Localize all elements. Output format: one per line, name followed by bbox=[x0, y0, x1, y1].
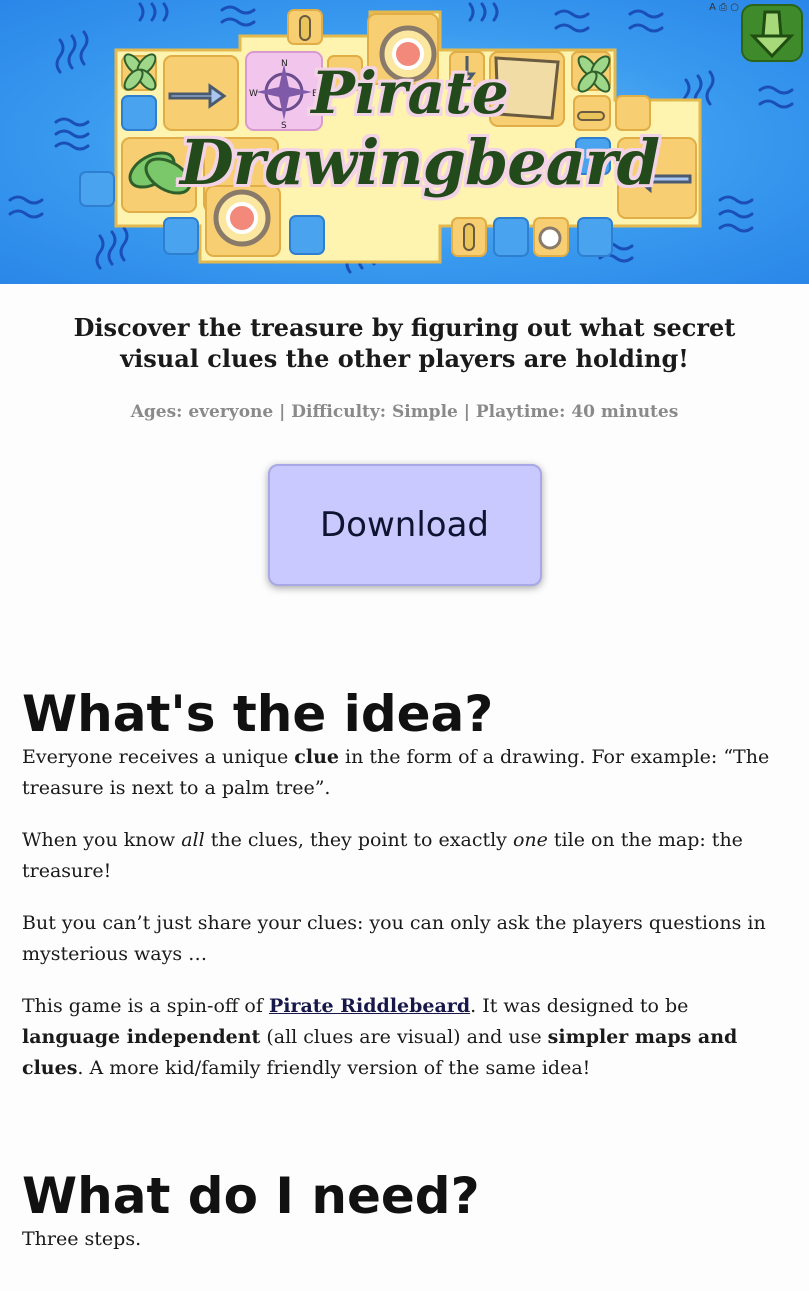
home-button[interactable] bbox=[741, 4, 803, 62]
pirate-riddlebeard-link[interactable]: Pirate Riddlebeard bbox=[269, 995, 470, 1017]
idea-section: What's the idea? Everyone receives a uni… bbox=[0, 686, 809, 1084]
game-logo: Pirate Drawingbeard bbox=[180, 59, 660, 200]
status-icons: A ⎙ ○ bbox=[709, 2, 739, 13]
meta-ages: Ages: everyone bbox=[130, 402, 274, 422]
game-meta: Ages: everyone | Difficulty: Simple | Pl… bbox=[0, 402, 809, 422]
need-paragraph-1: Three steps. bbox=[22, 1228, 142, 1250]
idea-paragraph-3: But you can’t just share your clues: you… bbox=[22, 912, 766, 965]
download-button[interactable]: Download bbox=[267, 464, 542, 586]
small-target-icon bbox=[538, 226, 562, 250]
meta-difficulty: Difficulty: Simple bbox=[291, 402, 458, 422]
key-icon bbox=[299, 15, 311, 41]
idea-heading: What's the idea? bbox=[22, 685, 494, 743]
idea-paragraph-4: This game is a spin-off of Pirate Riddle… bbox=[22, 995, 738, 1079]
idea-paragraph-2: When you know all the clues, they point … bbox=[22, 829, 743, 882]
hero-banner: N S W E Pirate Drawingbeard A ⎙ ○ bbox=[0, 0, 809, 284]
meta-separator: | bbox=[279, 402, 286, 422]
tagline: Discover the treasure by figuring out wh… bbox=[73, 313, 736, 373]
logo-line-1: Pirate bbox=[311, 59, 509, 127]
need-heading: What do I need? bbox=[22, 1167, 480, 1225]
key-icon bbox=[463, 223, 475, 251]
meta-separator: | bbox=[463, 402, 470, 422]
idea-paragraph-1: Everyone receives a unique clue in the f… bbox=[22, 746, 770, 799]
logo-line-2: Drawingbeard bbox=[180, 126, 660, 199]
meta-playtime: Playtime: 40 minutes bbox=[475, 402, 679, 422]
need-section: What do I need? Three steps. bbox=[0, 1168, 809, 1255]
home-icon bbox=[749, 10, 795, 59]
